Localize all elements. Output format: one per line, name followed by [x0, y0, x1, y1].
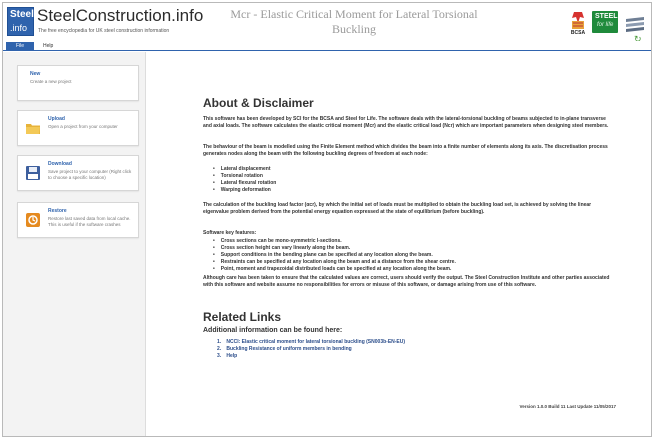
sci-logo-icon[interactable]	[624, 13, 646, 35]
list-item: Lateral displacement	[213, 166, 613, 173]
list-item: Torsional rotation	[213, 173, 613, 180]
main-content: About & Disclaimer This software has bee…	[146, 52, 651, 436]
link-label[interactable]: Buckling Resistance of uniform members i…	[226, 346, 351, 352]
logo-line1: Steel	[10, 9, 34, 20]
tab-help[interactable]: Help	[37, 42, 59, 51]
upload-project-button[interactable]: Upload Open a project from your computer	[17, 110, 139, 146]
link-number: 1.	[217, 339, 222, 345]
app-window: Steel .info SteelConstruction.info The f…	[2, 2, 652, 437]
about-paragraph: This software has been developed by SCI …	[203, 116, 609, 129]
related-link-ncci[interactable]: 1. NCCI: Elastic critical moment for lat…	[217, 339, 405, 346]
save-disk-icon	[26, 166, 40, 180]
upload-desc: Open a project from your computer	[48, 124, 118, 129]
list-item: Warping deformation	[213, 187, 613, 194]
sidebar: New Create a new project Upload Open a p…	[3, 52, 146, 436]
upload-title: Upload	[48, 116, 65, 122]
steel-for-life-logo[interactable]: STEEL for life	[592, 11, 618, 33]
list-item: Point, moment and trapezoidal distribute…	[213, 266, 613, 273]
brand-name[interactable]: SteelConstruction.info	[37, 6, 203, 26]
download-project-button[interactable]: Download Save project to your computer (…	[17, 155, 139, 191]
app-title: Mcr - Elastic Critical Moment for Latera…	[230, 7, 478, 36]
restore-project-button[interactable]: Restore Restore last saved data from loc…	[17, 202, 139, 238]
for-life-label: for life	[597, 22, 614, 28]
new-desc: Create a new project	[30, 79, 72, 84]
tab-file[interactable]: File	[6, 42, 34, 51]
restore-icon	[26, 213, 40, 227]
new-project-button[interactable]: New Create a new project	[17, 65, 139, 101]
folder-icon	[26, 124, 40, 134]
related-links-list: 1. NCCI: Elastic critical moment for lat…	[217, 339, 405, 360]
list-item: Lateral flexural rotation	[213, 180, 613, 187]
related-link-help[interactable]: 3. Help	[217, 353, 405, 360]
features-heading: Software key features:	[203, 230, 257, 236]
list-item: Support conditions in the bending plane …	[213, 252, 613, 259]
disclaimer-paragraph: Although care has been taken to ensure t…	[203, 275, 610, 288]
download-title: Download	[48, 161, 72, 167]
steel-label: STEEL	[595, 13, 618, 20]
link-number: 3.	[217, 353, 222, 359]
related-links-title: Related Links	[203, 310, 282, 324]
link-label[interactable]: Help	[226, 353, 237, 359]
restore-title: Restore	[48, 208, 67, 214]
dof-list: Lateral displacement Torsional rotation …	[213, 166, 613, 194]
download-desc: Save project to your computer (Right cli…	[48, 169, 132, 180]
new-title: New	[30, 71, 41, 77]
list-item: Restraints can be specified at any locat…	[213, 259, 613, 266]
link-number: 2.	[217, 346, 222, 352]
method-paragraph: The behaviour of the beam is modelled us…	[203, 144, 608, 157]
calculation-paragraph: The calculation of the buckling load fac…	[203, 202, 592, 215]
brand-tagline: The free encyclopedia for UK steel const…	[38, 28, 170, 34]
logo-line2: .info	[10, 23, 28, 33]
features-list: Cross sections can be mono-symmetric I-s…	[213, 238, 613, 273]
related-link-buckling[interactable]: 2. Buckling Resistance of uniform member…	[217, 346, 405, 353]
about-title: About & Disclaimer	[203, 96, 314, 110]
menu-bar: File Help	[3, 41, 651, 51]
related-links-subtitle: Additional information can be found here…	[203, 327, 343, 334]
steel-info-logo[interactable]: Steel .info	[7, 7, 34, 36]
list-item: Cross section height can vary linearly a…	[213, 245, 613, 252]
bcsa-label: BCSA	[570, 30, 586, 36]
restore-desc: Restore last saved data from local cache…	[48, 216, 131, 227]
version-info: Version 1.0.0 Build 11 Last Update 11/05…	[519, 404, 616, 409]
header: Steel .info SteelConstruction.info The f…	[3, 3, 651, 44]
link-label[interactable]: NCCI: Elastic critical moment for latera…	[226, 339, 405, 345]
list-item: Cross sections can be mono-symmetric I-s…	[213, 238, 613, 245]
